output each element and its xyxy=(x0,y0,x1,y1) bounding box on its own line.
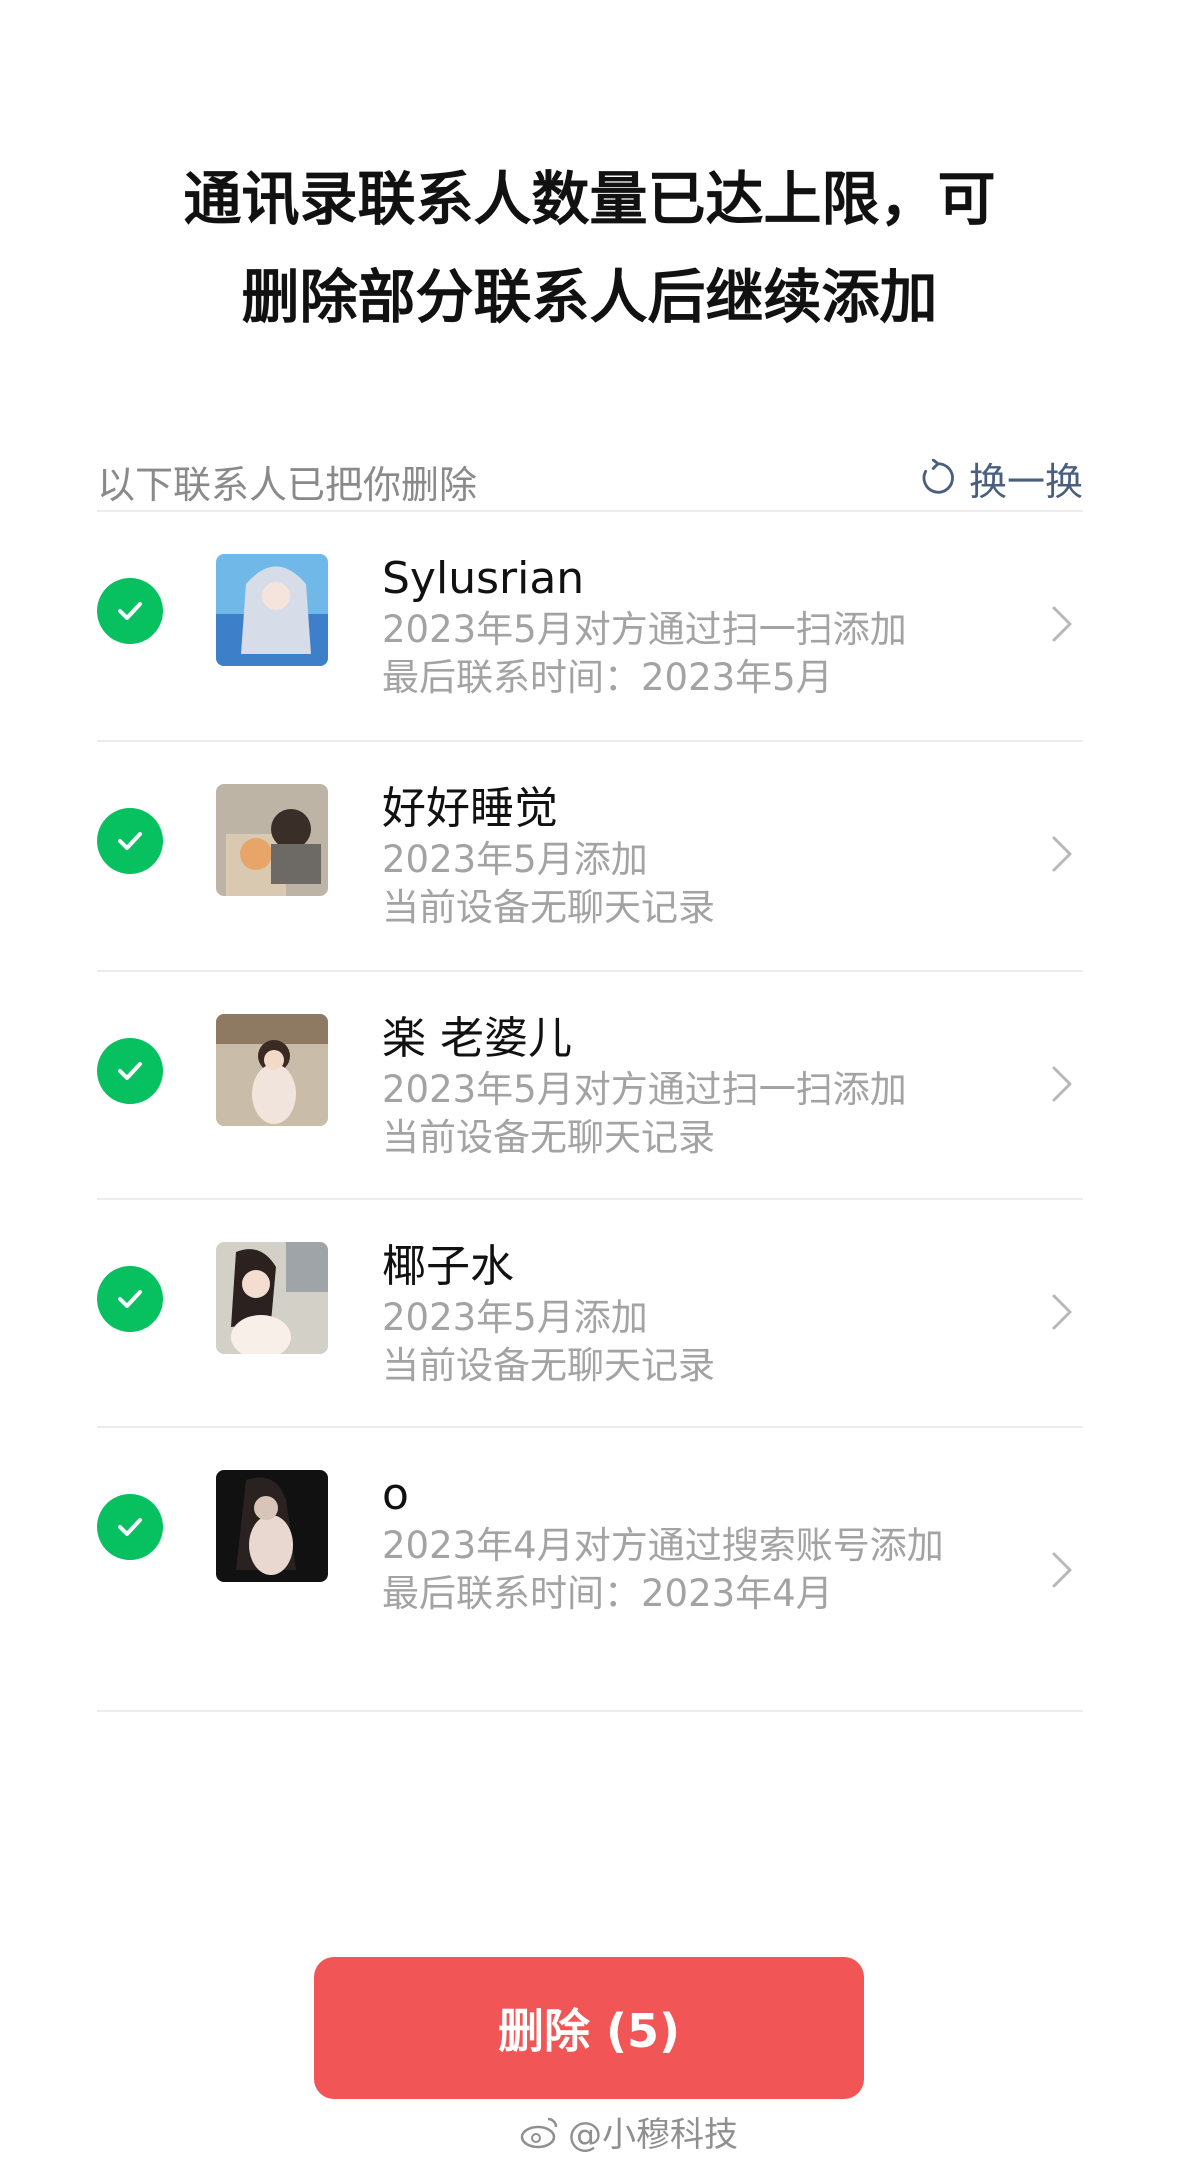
contact-row-3[interactable]: 楽 老婆儿 2023年5月对方通过扫一扫添加 当前设备无聊天记录 xyxy=(0,972,1179,1198)
weibo-icon xyxy=(520,2117,558,2148)
avatar xyxy=(216,554,328,666)
title-line-1: 通讯录联系人数量已达上限，可 xyxy=(183,165,996,233)
contact-name: 楽 老婆儿 xyxy=(382,1013,572,1064)
contact-name: 好好睡觉 xyxy=(382,783,558,834)
section-label: 以下联系人已把你删除 xyxy=(97,463,478,507)
chevron-right-icon xyxy=(1048,602,1076,646)
refresh-icon xyxy=(922,459,954,494)
check-icon xyxy=(118,1518,142,1536)
page-title: 通讯录联系人数量已达上限，可 删除部分联系人后继续添加 xyxy=(0,150,1179,346)
checkbox-checked[interactable] xyxy=(97,1038,163,1104)
contact-row-5[interactable]: o 2023年4月对方通过搜索账号添加 最后联系时间：2023年4月 xyxy=(0,1428,1179,1710)
contact-info: 椰子水 2023年5月添加 当前设备无聊天记录 xyxy=(382,1240,962,1390)
contact-row-4[interactable]: 椰子水 2023年5月添加 当前设备无聊天记录 xyxy=(0,1200,1179,1426)
contact-name: o xyxy=(382,1469,409,1520)
contact-name: Sylusrian xyxy=(382,553,585,604)
avatar xyxy=(216,1470,328,1582)
contact-last: 当前设备无聊天记录 xyxy=(382,886,715,929)
checkbox-checked[interactable] xyxy=(97,1266,163,1332)
chevron-right-icon xyxy=(1048,1290,1076,1334)
refresh-button[interactable]: 换一换 xyxy=(919,448,1083,508)
check-icon xyxy=(118,1290,142,1308)
checkbox-checked[interactable] xyxy=(97,578,163,644)
chevron-right-icon xyxy=(1048,832,1076,876)
contact-name: 椰子水 xyxy=(382,1241,514,1292)
contact-added: 2023年5月添加 xyxy=(382,838,648,881)
watermark-text: @小穆科技 xyxy=(568,2115,738,2155)
contact-added: 2023年5月对方通过扫一扫添加 xyxy=(382,1068,907,1111)
contact-info: 好好睡觉 2023年5月添加 当前设备无聊天记录 xyxy=(382,782,962,932)
check-icon xyxy=(118,1062,142,1080)
chevron-right-icon xyxy=(1048,1548,1076,1592)
watermark: @小穆科技 xyxy=(520,2107,738,2156)
contact-added: 2023年4月对方通过搜索账号添加 xyxy=(382,1524,944,1567)
contact-last: 当前设备无聊天记录 xyxy=(382,1116,715,1159)
checkbox-checked[interactable] xyxy=(97,808,163,874)
contact-row-2[interactable]: 好好睡觉 2023年5月添加 当前设备无聊天记录 xyxy=(0,742,1179,968)
avatar xyxy=(216,1242,328,1354)
section-header: 以下联系人已把你删除 换一换 xyxy=(97,448,1083,508)
delete-button[interactable]: 删除 (5) xyxy=(314,1957,864,2099)
contact-last: 最后联系时间：2023年4月 xyxy=(382,1572,833,1615)
chevron-right-icon xyxy=(1048,1062,1076,1106)
contact-added: 2023年5月添加 xyxy=(382,1296,648,1339)
refresh-label: 换一换 xyxy=(968,459,1083,504)
contact-info: 楽 老婆儿 2023年5月对方通过扫一扫添加 当前设备无聊天记录 xyxy=(382,1012,962,1162)
divider xyxy=(97,1710,1083,1712)
check-icon xyxy=(118,832,142,850)
contact-last: 最后联系时间：2023年5月 xyxy=(382,656,833,699)
contact-last: 当前设备无聊天记录 xyxy=(382,1344,715,1387)
contact-info: Sylusrian 2023年5月对方通过扫一扫添加 最后联系时间：2023年5… xyxy=(382,552,962,702)
check-icon xyxy=(118,602,142,620)
avatar xyxy=(216,784,328,896)
avatar xyxy=(216,1014,328,1126)
checkbox-checked[interactable] xyxy=(97,1494,163,1560)
contact-added: 2023年5月对方通过扫一扫添加 xyxy=(382,608,907,651)
title-line-2: 删除部分联系人后继续添加 xyxy=(241,263,938,331)
contact-row-1[interactable]: Sylusrian 2023年5月对方通过扫一扫添加 最后联系时间：2023年5… xyxy=(0,512,1179,738)
contact-info: o 2023年4月对方通过搜索账号添加 最后联系时间：2023年4月 xyxy=(382,1468,962,1618)
